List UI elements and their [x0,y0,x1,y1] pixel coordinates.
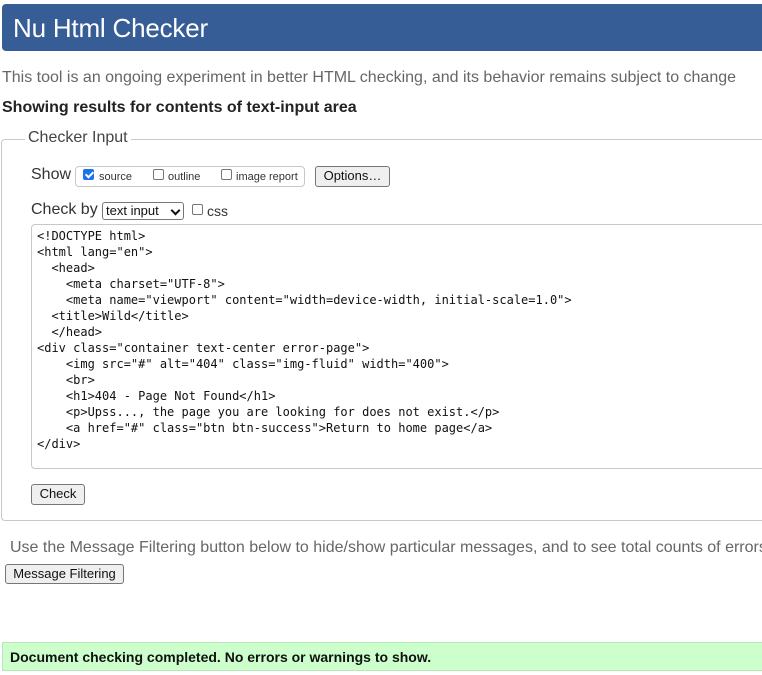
checker-input-legend: Checker Input [25,129,131,147]
css-label[interactable]: css [207,203,228,219]
image-report-option-label[interactable]: image report [236,171,298,183]
css-checkbox[interactable] [192,204,203,215]
app-header: Nu Html Checker [2,4,762,51]
source-code[interactable]: <!DOCTYPE html> <html lang="en"> <head> … [37,228,572,452]
options-button[interactable]: Options… [315,166,390,187]
page-title: Nu Html Checker [13,13,208,43]
check-by-select[interactable]: text input [102,202,184,220]
chevron-down-icon [170,205,181,216]
outline-checkbox[interactable] [153,169,164,180]
source-checkbox[interactable] [83,169,94,180]
outline-option-label[interactable]: outline [168,171,200,183]
results-heading: Showing results for contents of text-inp… [2,99,357,116]
message-filtering-button[interactable]: Message Filtering [5,564,124,584]
status-text: Document checking completed. No errors o… [10,649,432,665]
show-options-group: source outline image report [75,166,305,187]
check-by-label: Check by [31,201,98,218]
filtering-description: Use the Message Filtering button below t… [10,539,762,556]
status-message: Document checking completed. No errors o… [2,642,762,671]
tagline: This tool is an ongoing experiment in be… [2,69,737,86]
check-button[interactable]: Check [31,484,85,505]
image-report-checkbox[interactable] [221,169,232,180]
show-label: Show [31,166,72,183]
check-by-value: text input [106,203,159,218]
source-option-label[interactable]: source [99,171,132,183]
